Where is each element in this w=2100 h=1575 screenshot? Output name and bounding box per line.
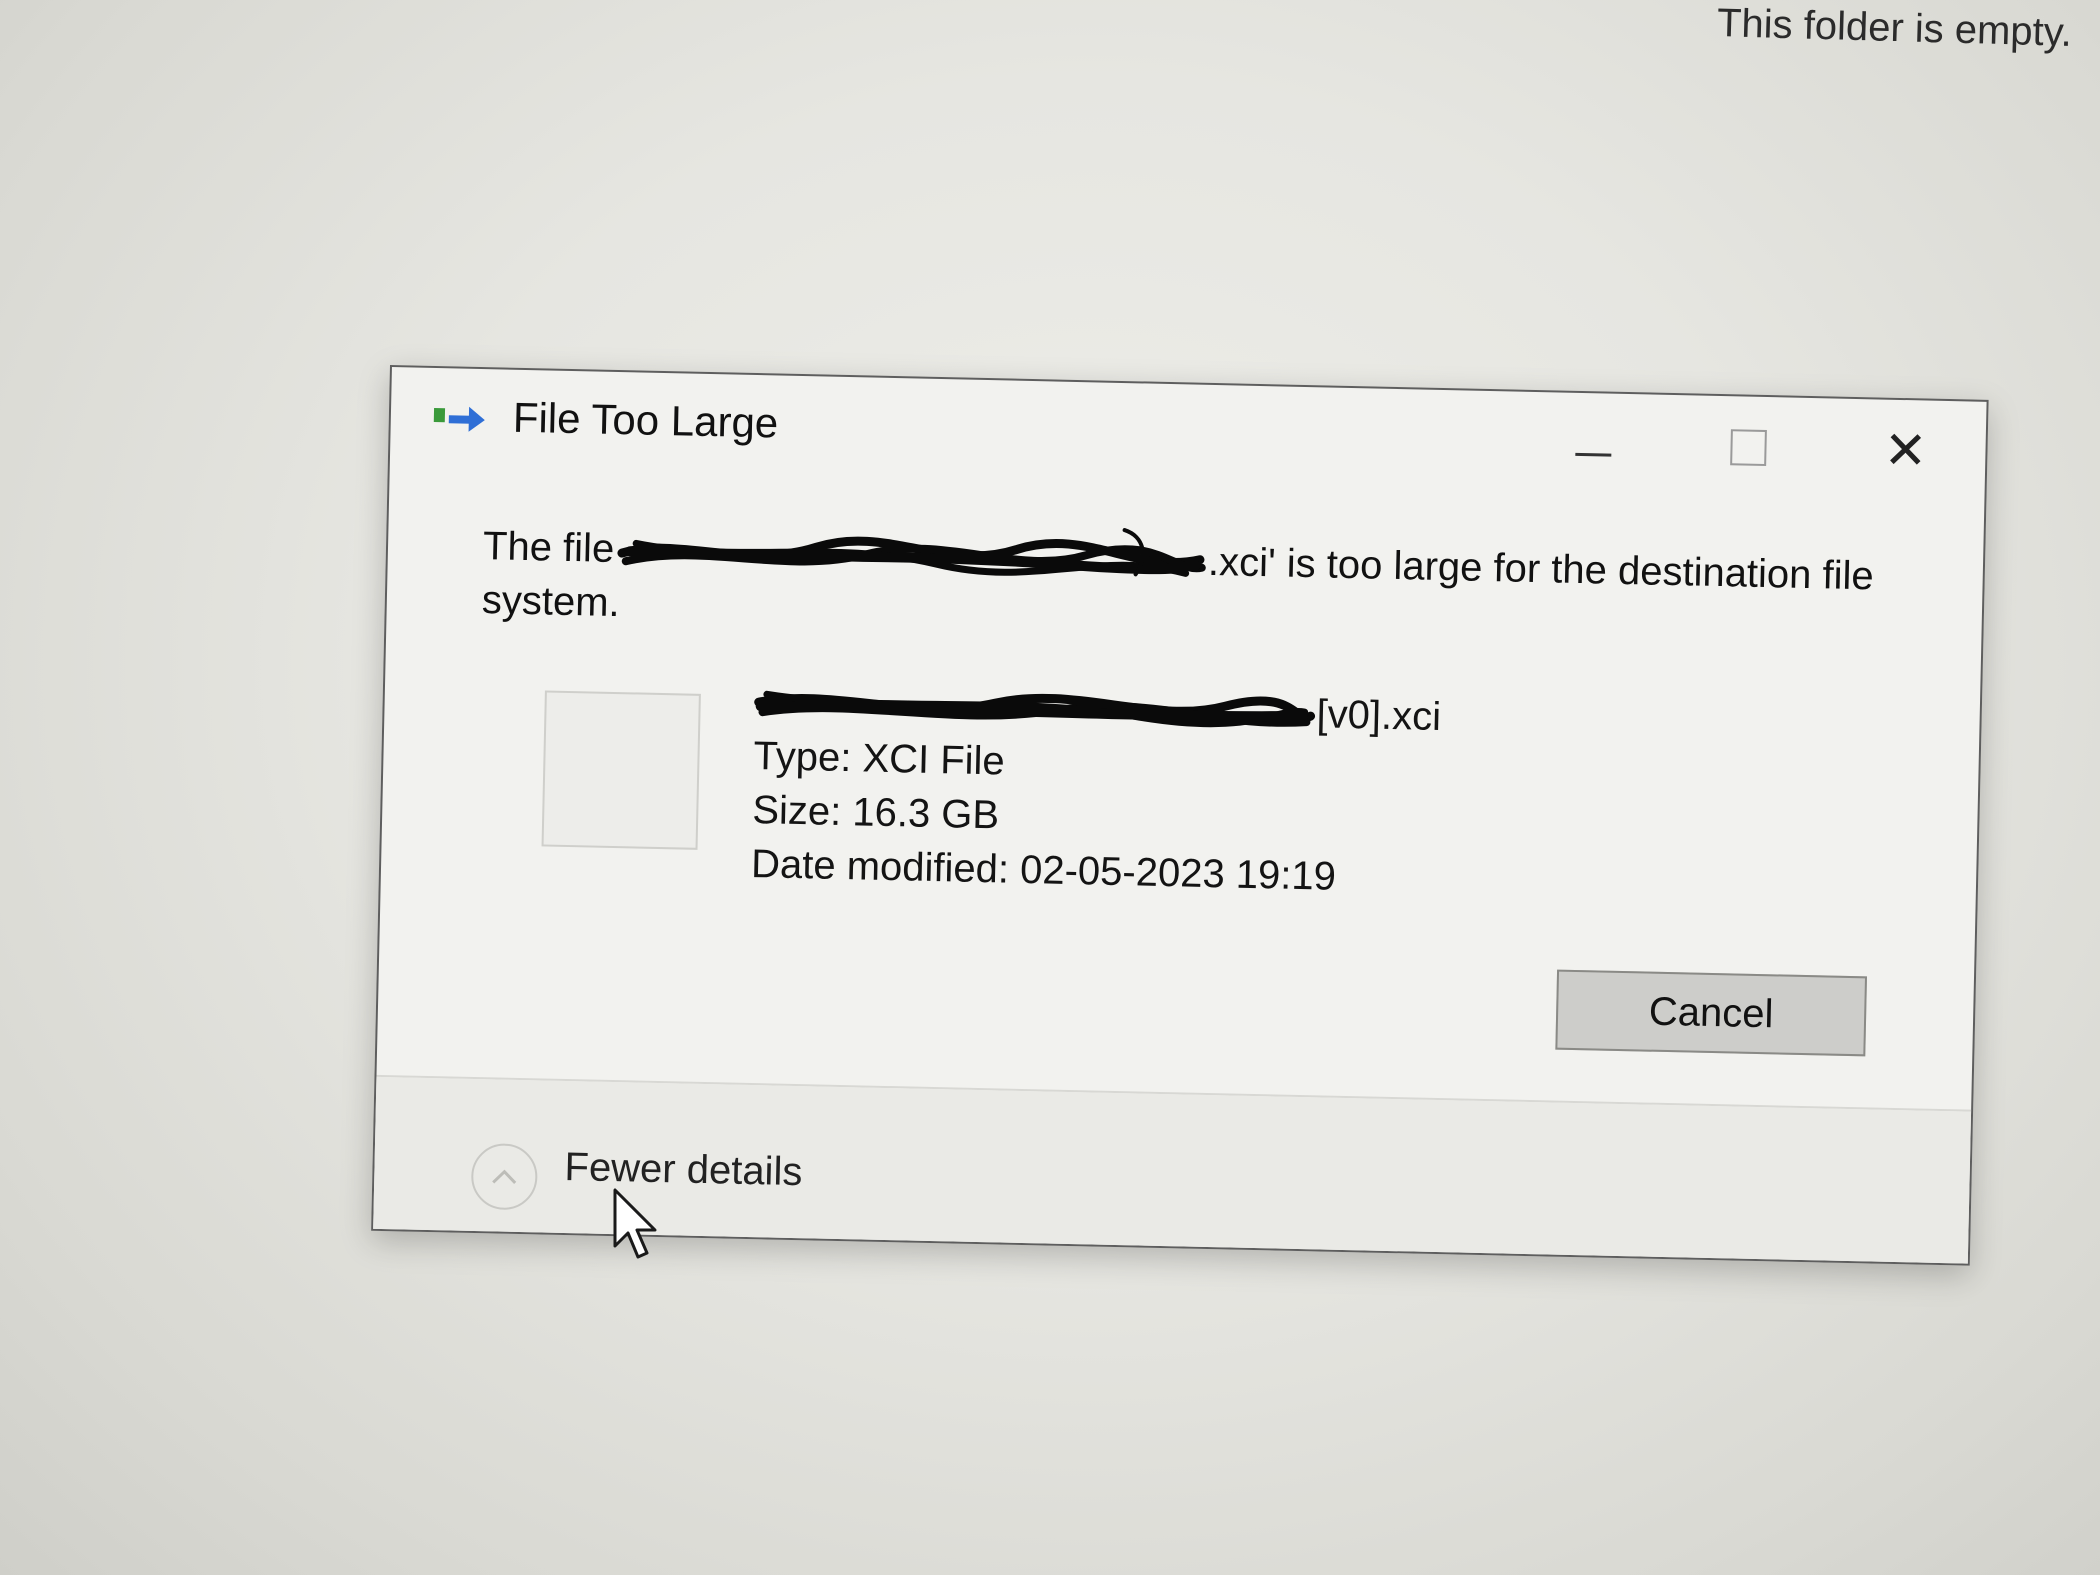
fewer-details-label[interactable]: Fewer details (564, 1145, 803, 1195)
folder-empty-message: This folder is empty. (1716, 1, 2073, 55)
fewer-details-toggle-button[interactable] (470, 1142, 539, 1211)
file-thumbnail-icon (541, 690, 701, 850)
minimize-button[interactable] (1553, 414, 1634, 474)
redacted-filename-scribble (616, 528, 1207, 584)
close-icon: ✕ (1883, 420, 1928, 482)
chevron-up-icon (492, 1169, 517, 1184)
maximize-button[interactable] (1708, 418, 1789, 478)
close-button[interactable]: ✕ (1865, 420, 1946, 482)
file-details: [v0].xci Type: XCI File Size: 16.3 GB Da… (751, 675, 1442, 906)
redacted-filename-scribble (754, 684, 1316, 736)
cancel-button[interactable]: Cancel (1555, 969, 1868, 1057)
minimize-icon (1575, 452, 1612, 457)
mouse-cursor-icon (613, 1188, 663, 1260)
dialog-titlebar[interactable]: File Too Large ✕ (390, 367, 1987, 492)
message-prefix: The file (482, 524, 615, 571)
maximize-icon (1730, 429, 1767, 467)
file-move-icon (433, 404, 488, 433)
file-name-suffix: [v0].xci (1316, 692, 1442, 740)
error-message: The file .xci' is too large for the dest… (481, 519, 1903, 658)
file-too-large-dialog: File Too Large ✕ The file .xci' is too l… (371, 365, 1989, 1266)
dialog-title: File Too Large (512, 393, 779, 447)
